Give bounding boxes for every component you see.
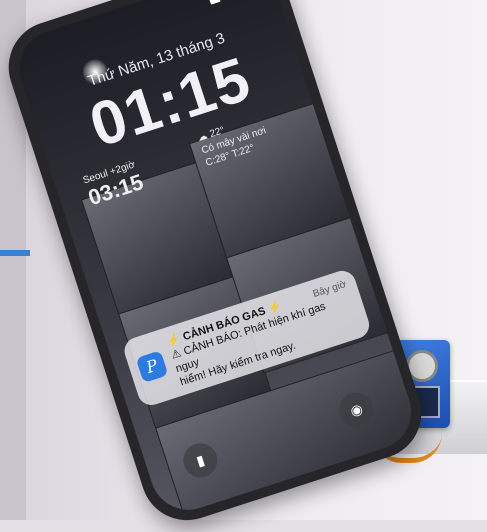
- blue-wire: [0, 250, 30, 256]
- status-bar: [205, 0, 252, 9]
- app-icon: P: [135, 350, 169, 384]
- signal-icon: [208, 0, 221, 5]
